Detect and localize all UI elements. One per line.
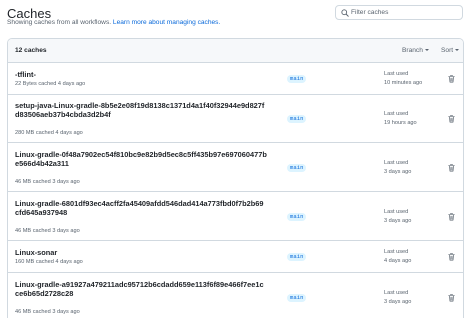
subtitle-text: Showing caches from all workflows. [7,19,113,26]
trash-icon[interactable] [448,75,455,83]
last-used-label: Last used [384,209,409,215]
branch-filter-label: Branch [402,47,423,54]
trash-icon[interactable] [448,213,455,221]
cache-meta: 46 MB cached 3 days ago [15,179,80,185]
cache-row: -tflint- 22 Bytes cached 4 days ago main… [8,63,463,95]
cache-name[interactable]: Linux-gradle-a91927a479211adc95712b6cdad… [15,280,267,298]
cache-meta: 22 Bytes cached 4 days ago [15,81,86,87]
last-used-label: Last used [384,290,409,296]
cache-row: Linux-sonar 160 MB cached 4 days ago mai… [8,241,463,273]
branch-tag: main [287,115,307,123]
search-icon [341,9,349,17]
cache-row: setup-java-Linux-gradle-8b5e2e08f19d8138… [8,95,463,143]
cache-name[interactable]: Linux-gradle-0f48a7902ec54f810bc9e82b9d5… [15,150,267,168]
cache-name[interactable]: -tflint- [15,70,267,79]
branch-tag: main [287,164,307,172]
sort-label: Sort [441,47,454,54]
last-used-value: 4 days ago [384,258,412,264]
branch-filter-button[interactable]: Branch [402,47,429,54]
last-used-value: 19 hours ago [384,120,417,126]
trash-icon[interactable] [448,253,455,261]
learn-more-link[interactable]: Learn more about managing caches. [113,19,220,26]
cache-name[interactable]: Linux-gradle-6801df93ec4acff2fa45409afdd… [15,199,267,217]
caches-list-header: 12 caches Branch Sort [8,39,463,63]
last-used-value: 3 days ago [384,299,412,305]
cache-count: 12 caches [15,47,47,54]
trash-icon[interactable] [448,115,455,123]
cache-name[interactable]: Linux-sonar [15,248,267,257]
branch-tag: main [287,213,307,221]
cache-row: Linux-gradle-a91927a479211adc95712b6cdad… [8,273,463,318]
branch-tag: main [287,75,307,83]
cache-meta: 280 MB cached 4 days ago [15,130,83,136]
cache-meta: 160 MB cached 4 days ago [15,259,83,265]
last-used-label: Last used [384,71,409,77]
page-subtitle: Showing caches from all workflows. Learn… [7,19,220,26]
last-used-label: Last used [384,111,409,117]
cache-row: Linux-gradle-0f48a7902ec54f810bc9e82b9d5… [8,143,463,192]
last-used-value: 10 minutes ago [384,80,423,86]
trash-icon[interactable] [448,294,455,302]
last-used-value: 3 days ago [384,218,412,224]
cache-meta: 46 MB cached 3 days ago [15,228,80,234]
filter-caches-search[interactable] [335,5,463,20]
sort-button[interactable]: Sort [441,47,460,54]
cache-name[interactable]: setup-java-Linux-gradle-8b5e2e08f19d8138… [15,101,267,119]
trash-icon[interactable] [448,164,455,172]
caches-list: 12 caches Branch Sort -tflint- 22 Bytes … [7,38,464,318]
branch-tag: main [287,253,307,261]
cache-meta: 46 MB cached 3 days ago [15,309,80,315]
branch-tag: main [287,294,307,302]
cache-row: Linux-gradle-6801df93ec4acff2fa45409afdd… [8,192,463,241]
caret-down-icon [455,49,460,52]
last-used-label: Last used [384,249,409,255]
search-input[interactable] [351,7,459,18]
last-used-value: 3 days ago [384,169,412,175]
caret-down-icon [424,49,429,52]
last-used-label: Last used [384,160,409,166]
